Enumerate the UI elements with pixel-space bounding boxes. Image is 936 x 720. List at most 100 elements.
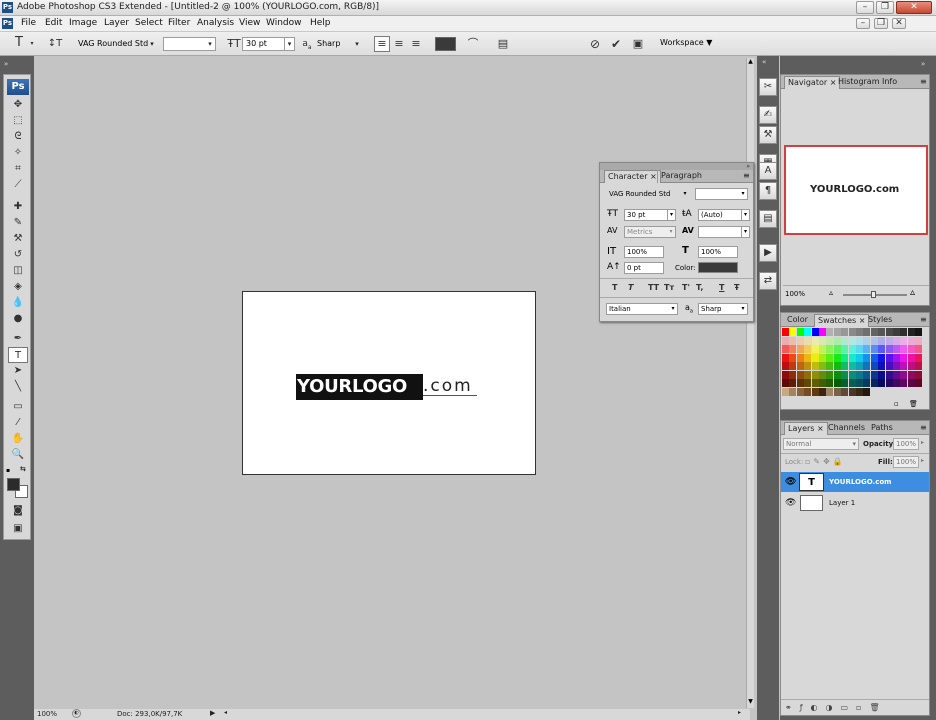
- swatch[interactable]: [826, 353, 834, 362]
- line-tool-icon[interactable]: ╲: [8, 379, 28, 395]
- swatch[interactable]: [915, 345, 923, 353]
- swatch[interactable]: [804, 387, 812, 396]
- swatch[interactable]: [826, 370, 834, 379]
- delete-swatch-icon[interactable]: 🗑: [909, 400, 918, 408]
- tab-paragraph[interactable]: Paragraph: [657, 170, 705, 183]
- swatch[interactable]: [789, 370, 797, 379]
- swatch[interactable]: [893, 370, 900, 379]
- swatch[interactable]: [782, 362, 789, 370]
- scroll-down-icon[interactable]: ▼: [747, 698, 754, 706]
- tab-navigator[interactable]: Navigator ×: [784, 76, 841, 89]
- swatch[interactable]: [811, 387, 819, 396]
- cancel-edits-icon[interactable]: ⊘: [588, 37, 602, 51]
- swatch[interactable]: [915, 328, 923, 336]
- swatch[interactable]: [856, 362, 863, 370]
- panel-menu-icon[interactable]: ≡: [917, 314, 930, 327]
- swatch[interactable]: [900, 370, 908, 379]
- tool-presets-icon[interactable]: ✂: [759, 78, 777, 96]
- swatch[interactable]: [782, 353, 789, 362]
- measurement-icon[interactable]: ⇄: [759, 272, 777, 290]
- menu-analysis[interactable]: Analysis: [197, 18, 234, 28]
- opacity-field[interactable]: 100%: [893, 438, 919, 450]
- swatch[interactable]: [796, 387, 804, 396]
- swatch[interactable]: [819, 336, 826, 345]
- swatch[interactable]: [811, 379, 819, 387]
- type-tool-preset-icon[interactable]: T: [10, 36, 28, 50]
- swatch[interactable]: [878, 345, 886, 353]
- eyedropper-tool-icon[interactable]: ⁄: [8, 415, 28, 431]
- swatch[interactable]: [856, 370, 863, 379]
- swatch[interactable]: [885, 370, 893, 379]
- menu-edit[interactable]: Edit: [45, 18, 62, 28]
- crop-tool-icon[interactable]: ⌗: [8, 161, 28, 177]
- layer-name[interactable]: Layer 1: [829, 493, 855, 513]
- align-center-icon[interactable]: ≡: [392, 37, 406, 51]
- minimize-button[interactable]: –: [856, 1, 874, 14]
- swatch[interactable]: [796, 379, 804, 387]
- char-vscale-field[interactable]: 100%: [624, 246, 664, 258]
- swatch[interactable]: [870, 387, 878, 396]
- blur-tool-icon[interactable]: 💧: [8, 295, 28, 311]
- layer-row-1[interactable]: 👁 Layer 1: [781, 493, 929, 513]
- swatch[interactable]: [796, 362, 804, 370]
- swatch[interactable]: [907, 345, 915, 353]
- menu-file[interactable]: File: [21, 18, 36, 28]
- lasso-tool-icon[interactable]: ᘓ: [8, 129, 28, 145]
- panel-menu-icon[interactable]: ≡: [917, 422, 930, 435]
- swatch[interactable]: [870, 336, 878, 345]
- swatch[interactable]: [856, 336, 863, 345]
- swatch[interactable]: [863, 379, 871, 387]
- swatch[interactable]: [819, 387, 826, 396]
- swatch[interactable]: [893, 387, 900, 396]
- layer-row-text[interactable]: 👁 T YOURLOGO.com: [781, 472, 929, 492]
- panel-menu-icon[interactable]: ≡: [740, 170, 753, 183]
- swatch[interactable]: [900, 379, 908, 387]
- swatch[interactable]: [893, 379, 900, 387]
- char-color-swatch[interactable]: [698, 262, 738, 273]
- char-tracking-select[interactable]: ▾: [698, 226, 750, 238]
- blend-mode-select[interactable]: Normal ▾: [783, 438, 859, 450]
- navigator-zoom-value[interactable]: 100%: [785, 290, 805, 298]
- swatch[interactable]: [848, 379, 856, 387]
- swatch[interactable]: [885, 362, 893, 370]
- zoom-level[interactable]: 100%: [37, 710, 57, 718]
- swatch[interactable]: [826, 379, 834, 387]
- swatch[interactable]: [811, 362, 819, 370]
- tab-layers[interactable]: Layers ×: [784, 422, 828, 435]
- font-style-select[interactable]: ▾: [163, 37, 216, 51]
- panel-menu-icon[interactable]: ≡: [917, 76, 930, 89]
- warp-text-icon[interactable]: ⌒: [466, 37, 480, 51]
- swatch[interactable]: [870, 353, 878, 362]
- visibility-eye-icon[interactable]: 👁: [785, 477, 796, 487]
- swatch[interactable]: [893, 362, 900, 370]
- scroll-right-icon[interactable]: ▸: [738, 709, 741, 716]
- vertical-scrollbar[interactable]: ▲ ▼: [746, 58, 754, 708]
- new-swatch-icon[interactable]: ▫: [894, 400, 899, 408]
- swatch[interactable]: [841, 387, 849, 396]
- swatch[interactable]: [878, 336, 886, 345]
- swatch[interactable]: [796, 336, 804, 345]
- scroll-up-icon[interactable]: ▲: [747, 58, 754, 66]
- swatch[interactable]: [885, 379, 893, 387]
- swatch[interactable]: [915, 379, 923, 387]
- subscript-button[interactable]: T,: [696, 283, 703, 292]
- swatch[interactable]: [819, 353, 826, 362]
- notes-tool-icon[interactable]: ▭: [8, 399, 28, 415]
- brush-tool-icon[interactable]: ✎: [8, 215, 28, 231]
- logo-text-suffix[interactable]: .com: [423, 374, 477, 396]
- swatch[interactable]: [848, 345, 856, 353]
- superscript-button[interactable]: T': [682, 283, 690, 292]
- swatch[interactable]: [789, 387, 797, 396]
- swatch[interactable]: [804, 345, 812, 353]
- swatch[interactable]: [804, 379, 812, 387]
- scroll-left-icon[interactable]: ◂: [224, 709, 227, 716]
- default-colors-icon[interactable]: ▪: [6, 467, 14, 475]
- swatch[interactable]: [915, 362, 923, 370]
- swatch[interactable]: [826, 336, 834, 345]
- swatch[interactable]: [804, 353, 812, 362]
- layer-comps-icon[interactable]: ▤: [759, 210, 777, 228]
- swatch[interactable]: [878, 353, 886, 362]
- swatch[interactable]: [856, 379, 863, 387]
- swatch[interactable]: [900, 336, 908, 345]
- char-language-select[interactable]: Italian ▾: [606, 303, 678, 315]
